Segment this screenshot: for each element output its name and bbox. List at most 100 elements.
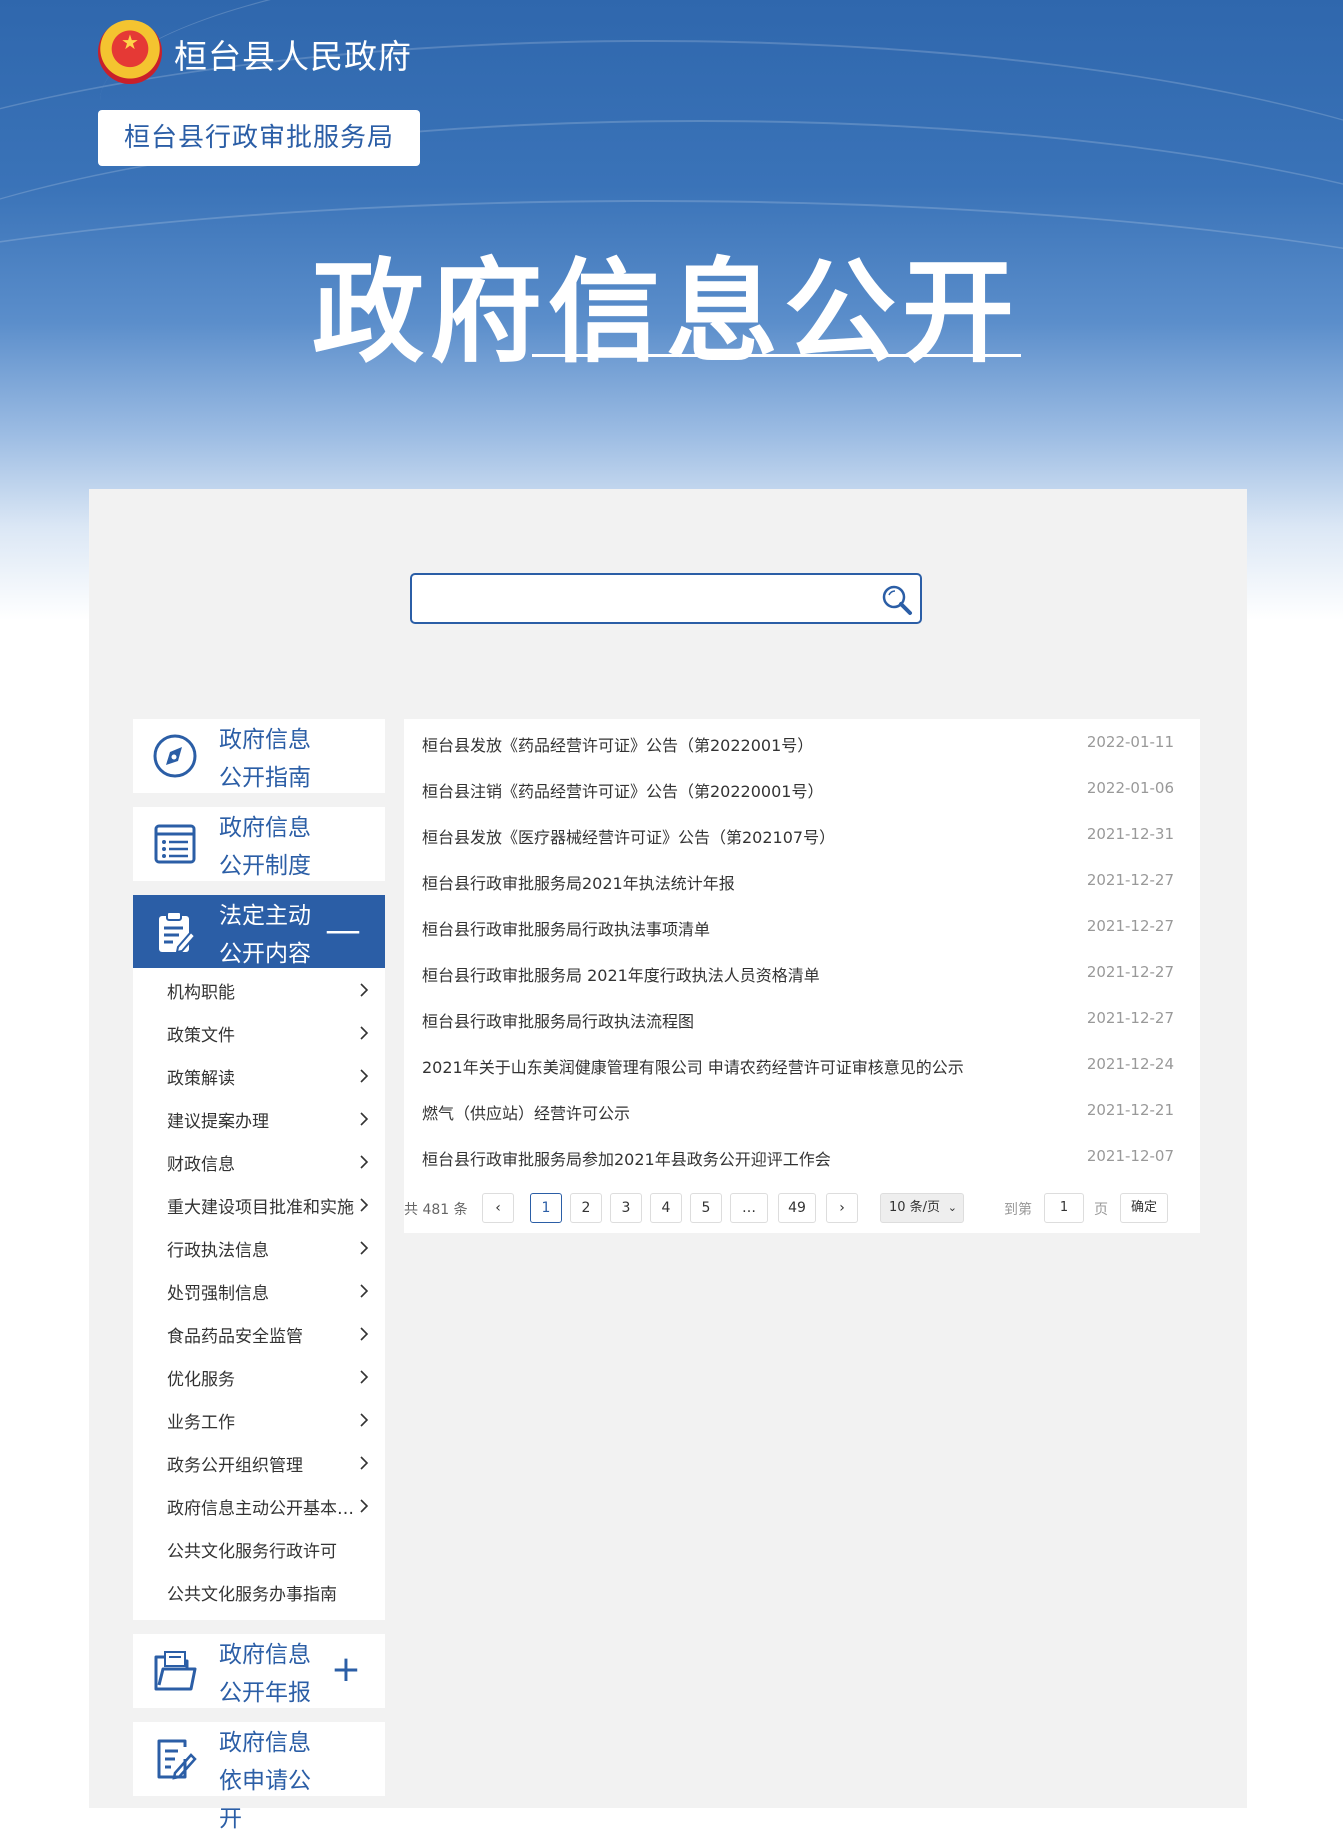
- nav-card-label-line2: 依申请公开: [219, 1768, 311, 1832]
- submenu-item-label: 食品药品安全监管: [167, 1327, 303, 1347]
- collapse-icon[interactable]: —: [325, 911, 361, 951]
- submenu-item[interactable]: 行政执法信息: [133, 1226, 385, 1269]
- chevron-right-icon: [360, 1198, 369, 1212]
- page-size-value: 10 条/页: [889, 1200, 941, 1215]
- article-title-link[interactable]: 桓台县发放《药品经营许可证》公告（第2022001号）: [422, 732, 813, 756]
- submenu-item[interactable]: 优化服务: [133, 1355, 385, 1398]
- department-badge[interactable]: 桓台县行政审批服务局: [98, 110, 420, 166]
- nav-card-label-line2: 公开制度: [219, 853, 311, 879]
- page-number-button[interactable]: 3: [610, 1193, 642, 1223]
- goto-page-input[interactable]: 1: [1044, 1193, 1084, 1223]
- total-count: 共 481 条: [404, 1202, 468, 1218]
- page-number-button[interactable]: 4: [650, 1193, 682, 1223]
- nav-card-statutory-content[interactable]: 法定主动 公开内容 —: [133, 895, 385, 969]
- submenu-item-label: 业务工作: [167, 1413, 235, 1433]
- search-icon[interactable]: [880, 583, 914, 617]
- page-ellipsis: …: [730, 1193, 768, 1223]
- article-row[interactable]: 桓台县行政审批服务局行政执法流程图 2021-12-27: [404, 995, 1200, 1041]
- submenu-item[interactable]: 重大建设项目批准和实施: [133, 1183, 385, 1226]
- nav-card-disclosure-guide[interactable]: 政府信息 公开指南: [133, 719, 385, 793]
- expand-icon[interactable]: +: [331, 1650, 361, 1690]
- goto-confirm-button[interactable]: 确定: [1120, 1193, 1168, 1223]
- chevron-right-icon: [360, 1069, 369, 1083]
- article-title-link[interactable]: 2021年关于山东美润健康管理有限公司 申请农药经营许可证审核意见的公示: [422, 1054, 964, 1078]
- submenu-item-label: 处罚强制信息: [167, 1284, 269, 1304]
- submenu-item[interactable]: 公共文化服务行政许可: [133, 1527, 385, 1570]
- nav-card-on-request[interactable]: 政府信息 依申请公开: [133, 1722, 385, 1832]
- submenu-item-label: 建议提案办理: [167, 1112, 269, 1132]
- article-title-link[interactable]: 桓台县行政审批服务局2021年执法统计年报: [422, 870, 735, 894]
- submenu-item-label: 公共文化服务行政许可: [167, 1542, 337, 1562]
- article-title-link[interactable]: 桓台县行政审批服务局行政执法事项清单: [422, 916, 710, 940]
- article-row[interactable]: 桓台县发放《医疗器械经营许可证》公告（第202107号） 2021-12-31: [404, 811, 1200, 857]
- submenu-item[interactable]: 建议提案办理: [133, 1097, 385, 1140]
- chevron-right-icon: [360, 1413, 369, 1427]
- submenu-item[interactable]: 业务工作: [133, 1398, 385, 1441]
- submenu-item[interactable]: 政策解读: [133, 1054, 385, 1097]
- nav-card-disclosure-system[interactable]: 政府信息 公开制度: [133, 807, 385, 881]
- submenu-item-label: 机构职能: [167, 983, 235, 1003]
- article-row[interactable]: 燃气（供应站）经营许可公示 2021-12-21: [404, 1087, 1200, 1133]
- article-title-link[interactable]: 桓台县行政审批服务局 2021年度行政执法人员资格清单: [422, 962, 820, 986]
- article-row[interactable]: 桓台县发放《药品经营许可证》公告（第2022001号） 2022-01-11: [404, 719, 1200, 765]
- search-box[interactable]: [410, 573, 922, 624]
- page-number-button[interactable]: 49: [778, 1193, 816, 1223]
- chevron-right-icon: [360, 1112, 369, 1126]
- chevron-right-icon: [360, 1370, 369, 1384]
- chevron-right-icon: [360, 983, 369, 997]
- submenu-item[interactable]: 食品药品安全监管: [133, 1312, 385, 1355]
- chevron-down-icon: ⌄: [947, 1201, 957, 1214]
- folder-icon: [154, 1651, 197, 1691]
- page-size-select[interactable]: 10 条/页 ⌄: [880, 1193, 964, 1223]
- submenu-item[interactable]: 处罚强制信息: [133, 1269, 385, 1312]
- article-date: 2021-12-27: [1086, 963, 1174, 981]
- page-number-button[interactable]: 2: [570, 1193, 602, 1223]
- page-number-button[interactable]: 1: [530, 1193, 562, 1223]
- nav-card-label-line2: 公开年报: [219, 1680, 311, 1706]
- article-row[interactable]: 2021年关于山东美润健康管理有限公司 申请农药经营许可证审核意见的公示 2021…: [404, 1041, 1200, 1087]
- nav-card-annual-report[interactable]: 政府信息公开年报 +: [133, 1634, 385, 1708]
- submenu-item-label: 政策文件: [167, 1026, 235, 1046]
- page-number-button[interactable]: 5: [690, 1193, 722, 1223]
- article-title-link[interactable]: 桓台县注销《药品经营许可证》公告（第20220001号）: [422, 778, 823, 802]
- submenu-item[interactable]: 政务公开组织管理: [133, 1441, 385, 1484]
- site-title[interactable]: 桓台县人民政府: [174, 30, 412, 78]
- submenu-item[interactable]: 机构职能: [133, 968, 385, 1011]
- nav-card-label-line1: 政府信息: [219, 815, 311, 841]
- next-page-button[interactable]: ›: [826, 1193, 858, 1223]
- submenu-item[interactable]: 政府信息主动公开基本目录: [133, 1484, 385, 1527]
- submenu-item-label: 公共文化服务办事指南: [167, 1585, 337, 1605]
- article-row[interactable]: 桓台县行政审批服务局 2021年度行政执法人员资格清单 2021-12-27: [404, 949, 1200, 995]
- national-emblem-icon: ★: [98, 20, 162, 84]
- compass-icon: [153, 734, 197, 778]
- submenu-item[interactable]: 公共文化服务办事指南: [133, 1570, 385, 1613]
- article-date: 2021-12-24: [1086, 1055, 1174, 1073]
- nav-card-label-line1: 法定主动: [219, 903, 311, 929]
- article-row[interactable]: 桓台县行政审批服务局参加2021年县政务公开迎评工作会 2021-12-07: [404, 1133, 1200, 1179]
- goto-label: 到第: [1004, 1202, 1032, 1218]
- article-row[interactable]: 桓台县注销《药品经营许可证》公告（第20220001号） 2022-01-06: [404, 765, 1200, 811]
- submenu-item[interactable]: 政策文件: [133, 1011, 385, 1054]
- submenu-item-label: 优化服务: [167, 1370, 235, 1390]
- article-date: 2021-12-21: [1086, 1101, 1174, 1119]
- submenu-item-label: 政府信息主动公开基本目录: [167, 1499, 359, 1519]
- article-list: 桓台县行政审批服务局参加2021年县政务公开迎评工作会 2021-12-07 燃气（…: [404, 719, 1200, 1233]
- submenu-item-label: 财政信息: [167, 1155, 235, 1175]
- clipboard-edit-icon: [159, 911, 197, 954]
- search-input[interactable]: [420, 581, 864, 617]
- article-title-link[interactable]: 桓台县行政审批服务局行政执法流程图: [422, 1008, 694, 1032]
- prev-page-button[interactable]: ‹: [482, 1193, 514, 1223]
- nav-card-label-line2: 公开指南: [219, 765, 311, 791]
- article-title-link[interactable]: 桓台县行政审批服务局参加2021年县政务公开迎评工作会: [422, 1146, 831, 1170]
- submenu-item[interactable]: 财政信息: [133, 1140, 385, 1183]
- article-title-link[interactable]: 桓台县发放《医疗器械经营许可证》公告（第202107号）: [422, 824, 835, 848]
- chevron-right-icon: [360, 1026, 369, 1040]
- article-row[interactable]: 桓台县行政审批服务局行政执法事项清单 2021-12-27: [404, 903, 1200, 949]
- article-title-link[interactable]: 燃气（供应站）经营许可公示: [422, 1100, 630, 1124]
- article-row[interactable]: 桓台县行政审批服务局2021年执法统计年报 2021-12-27: [404, 857, 1200, 903]
- article-date: 2021-12-07: [1086, 1147, 1174, 1165]
- nav-card-label-line1: 政府信息: [219, 1642, 311, 1668]
- submenu-item-label: 行政执法信息: [167, 1241, 269, 1261]
- pagination: 共 481 条 ‹ 1 2 3 4 5… 49 › 10 条/页 ⌄ 到第 1 页 确定: [404, 1191, 1200, 1225]
- submenu-item-label: 政务公开组织管理: [167, 1456, 303, 1476]
